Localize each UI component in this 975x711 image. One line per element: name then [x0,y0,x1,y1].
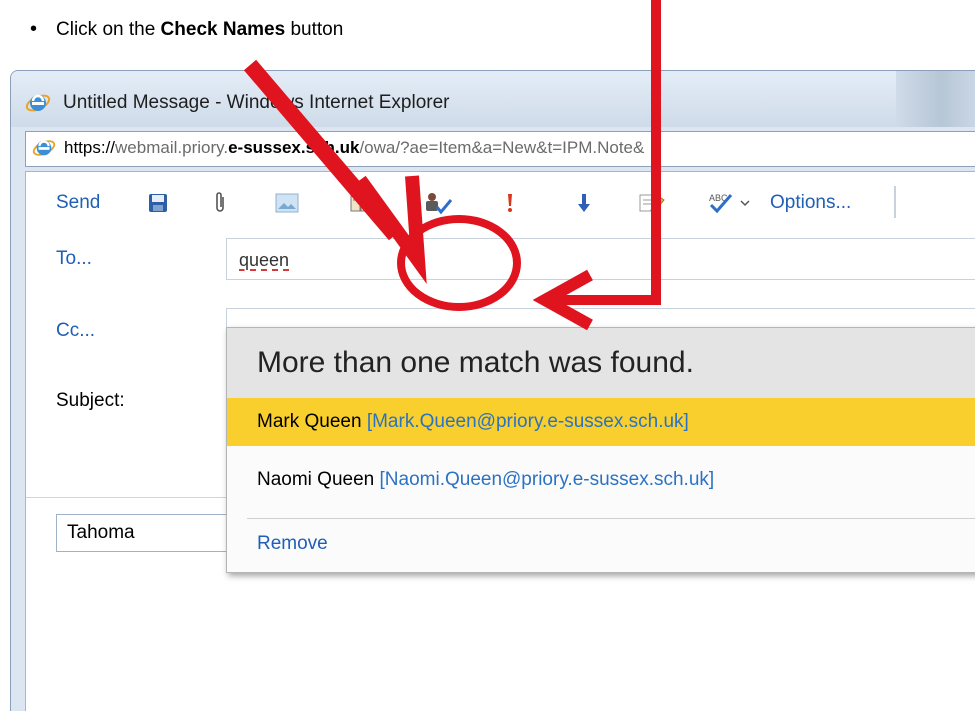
dropdown-header: More than one match was found. [227,328,975,398]
save-icon[interactable] [146,190,170,216]
to-field-value: queen [239,250,290,270]
font-name-select[interactable]: Tahoma [56,514,248,552]
compose-toolbar: Send ABC Options... [26,172,975,232]
toolbar-divider [894,186,896,218]
address-bar[interactable]: https://webmail.priory.e-sussex.sch.uk/o… [25,131,975,167]
check-names-icon[interactable] [422,190,456,216]
spell-check-icon[interactable]: ABC [706,190,754,216]
bullet: • [30,18,38,40]
suggestion-email: [Mark.Queen@priory.e-sussex.sch.uk] [366,411,689,432]
send-label: Send [56,192,101,213]
to-field[interactable]: queen [226,238,975,280]
insert-image-icon[interactable] [274,190,300,216]
message-body[interactable] [26,570,975,711]
url-scheme: https:// [64,138,116,157]
suggestion-name: Naomi Queen [257,469,375,490]
title-bar: Untitled Message - Windows Internet Expl… [11,71,975,127]
importance-high-icon[interactable] [502,190,518,216]
instruction-text: • Click on the Check Names button [30,18,343,41]
name-resolution-dropdown: More than one match was found. Mark Quee… [226,327,975,573]
address-url[interactable]: https://webmail.priory.e-sussex.sch.uk/o… [64,138,644,158]
options-button[interactable]: Options... [770,190,851,216]
signature-icon[interactable] [638,190,666,216]
suggestion-line: Naomi Queen [Naomi.Queen@priory.e-sussex… [257,469,714,491]
internet-explorer-icon [25,91,51,120]
instruction-prefix: Click on the [56,19,161,40]
page-icon [32,137,56,164]
remove-link[interactable]: Remove [257,533,328,555]
instruction-bold: Check Names [160,19,286,40]
window-title: Untitled Message - Windows Internet Expl… [63,92,450,113]
cc-button[interactable]: Cc... [56,320,95,342]
url-path: /owa/?ae=Item&a=New&t=IPM.Note& [359,138,645,157]
options-label: Options... [770,192,852,213]
url-host-prefix: webmail.priory. [115,138,229,157]
suggestion-item-mark-queen[interactable]: Mark Queen [Mark.Queen@priory.e-sussex.s… [227,398,975,446]
suggestion-name: Mark Queen [257,411,362,432]
dropdown-header-text: More than one match was found. [257,346,694,379]
subject-label: Subject: [56,390,125,411]
importance-low-icon[interactable] [576,190,592,216]
instruction-suffix: button [285,19,344,40]
to-button[interactable]: To... [56,248,92,270]
font-name-value: Tahoma [67,522,135,543]
suggestion-email: [Naomi.Queen@priory.e-sussex.sch.uk] [379,469,715,490]
dropdown-divider [247,518,975,519]
address-book-icon[interactable] [348,190,374,216]
attach-icon[interactable] [210,190,230,216]
title-bar-decoration [896,71,975,127]
suggestion-line: Mark Queen [Mark.Queen@priory.e-sussex.s… [257,411,689,433]
suggestion-item-naomi-queen[interactable]: Naomi Queen [Naomi.Queen@priory.e-sussex… [227,456,975,504]
send-button[interactable]: Send [56,190,100,216]
url-host-domain: e-sussex.sch.uk [228,138,360,157]
